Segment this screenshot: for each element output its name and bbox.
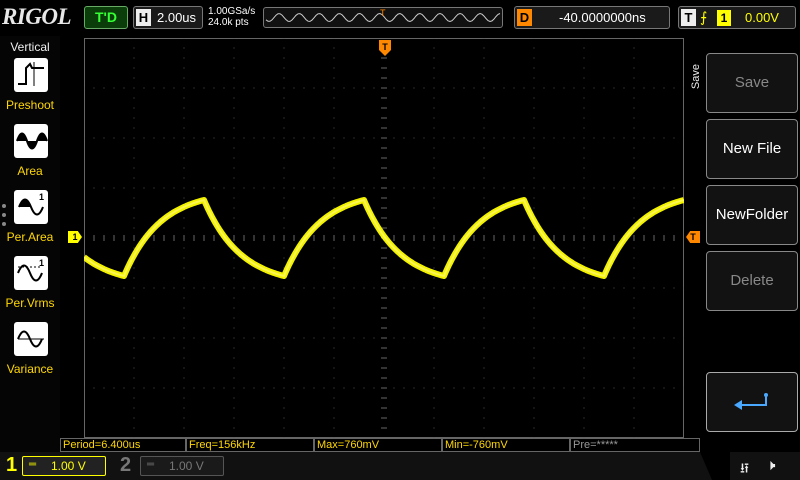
return-button[interactable] [706,372,798,432]
horizontal-delay[interactable]: D -40.0000000ns [514,6,670,29]
measure-item-label: Per.Vrms [5,296,55,310]
trigger-position-label: T [382,42,388,52]
sample-rate: 1.00GSa/s [208,6,256,17]
trigger-tag: T [681,9,696,26]
measure-item-area[interactable]: Area [0,124,60,186]
new-file-button[interactable]: New File [706,119,798,179]
ch1-waveform [84,197,684,279]
save-button[interactable]: Save [706,53,798,113]
return-arrow-icon [734,393,768,410]
meas-max[interactable]: Max=760mV [314,438,442,452]
measure-item-per-vrms[interactable]: 1 Per.Vrms [0,256,60,318]
delete-button[interactable]: Delete [706,251,798,311]
new-folder-button[interactable]: NewFolder [706,185,798,245]
trigger-source-badge: 1 [717,10,731,26]
measure-item-label: Per.Area [6,230,54,244]
timebase-value: 2.00us [157,10,197,25]
dc-coupling-icon: ═ [29,459,37,470]
variance-icon [14,322,48,356]
waveform-display[interactable] [84,38,684,438]
trigger-level-value: 0.00V [745,10,779,25]
trigger-level-marker[interactable]: T [686,231,700,243]
preshoot-icon [14,58,48,92]
usb-icon: ⭿ [740,460,750,476]
memory-trigger-mark: T [380,8,386,18]
measurement-results: Period=6.400us Freq=156kHz Max=760mV Min… [60,438,700,452]
trigger-settings[interactable]: T ⨍ 1 0.00V [678,6,796,29]
svg-text:1: 1 [39,192,44,202]
measure-item-label: Area [17,164,43,178]
delay-tag: D [517,9,532,26]
per-vrms-icon: 1 [14,256,48,290]
measure-item-label: Variance [6,362,54,376]
speaker-mute-icon[interactable]: 🕨 [766,457,775,474]
rigol-logo: RIGOL [2,4,72,29]
bar-divider [700,452,730,480]
measure-menu: Vertical Preshoot Area 1 Per.Area 1 Per.… [0,36,60,456]
meas-frequency[interactable]: Freq=156kHz [186,438,314,452]
memory-depth: 24.0k pts [208,17,249,28]
measure-item-preshoot[interactable]: Preshoot [0,58,60,120]
meas-period[interactable]: Period=6.400us [60,438,186,452]
measure-item-label: Preshoot [5,98,55,112]
meas-preshoot[interactable]: Pre=***** [570,438,700,452]
memory-overview[interactable]: T [263,7,503,28]
horizontal-timebase[interactable]: H 2.00us [133,6,203,29]
ch1-number[interactable]: 1 [6,454,17,477]
area-icon [14,124,48,158]
ch1-scale: 1.00 V [51,459,86,473]
top-status-bar: RIGOL T'D H 2.00us 1.00GSa/s 24.0k pts T… [0,0,800,36]
rising-edge-icon: ⨍ [700,9,708,25]
measure-item-variance[interactable]: Variance [0,322,60,384]
sampling-info: 1.00GSa/s 24.0k pts [208,6,255,28]
channel-status-bar: 1 ═ 1.00 V 2 ═ 1.00 V ⭿ 🕨 [0,452,800,480]
meas-min[interactable]: Min=-760mV [442,438,570,452]
ch1-offset-marker[interactable]: 1 [68,231,82,243]
ch2-scale: 1.00 V [169,459,204,473]
ch1-settings[interactable]: ═ 1.00 V [22,456,106,476]
measure-item-per-area[interactable]: 1 Per.Area [0,190,60,252]
delay-value: -40.0000000ns [559,10,646,25]
per-area-icon: 1 [14,190,48,224]
trigger-position-marker[interactable]: T [379,40,391,56]
ch2-number[interactable]: 2 [120,454,131,477]
dc-coupling-icon: ═ [147,459,155,470]
save-menu-title: Save [690,64,702,90]
horizontal-tag: H [136,9,151,26]
run-status-badge[interactable]: T'D [84,6,128,29]
svg-text:1: 1 [39,258,44,268]
menu-title: Vertical [10,40,50,54]
ch2-settings[interactable]: ═ 1.00 V [140,456,224,476]
